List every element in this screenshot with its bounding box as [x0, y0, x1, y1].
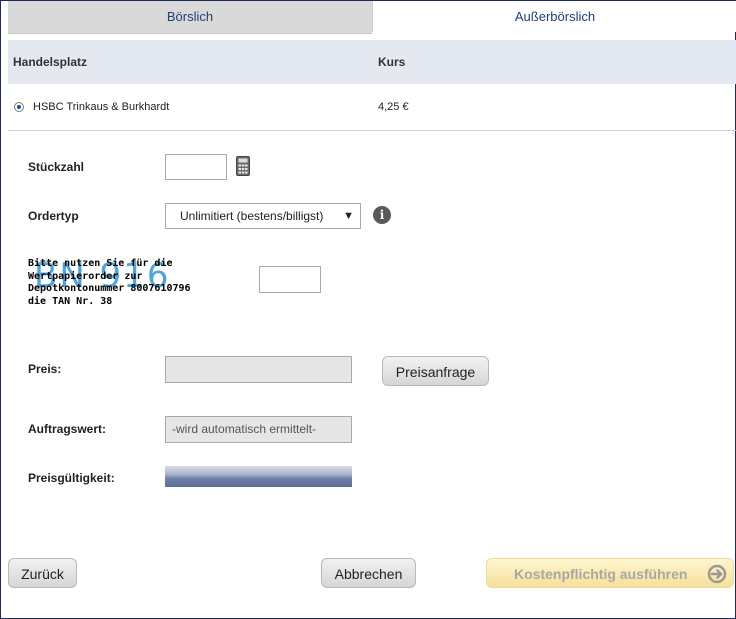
- execute-button[interactable]: Kostenpflichtig ausführen: [486, 558, 734, 588]
- price-field: [165, 356, 352, 383]
- venue-price: 4,25 €: [378, 101, 409, 113]
- table-row[interactable]: HSBC Trinkaus & Burkhardt 4,25 €: [8, 84, 736, 131]
- venue-name: HSBC Trinkaus & Burkhardt: [33, 101, 170, 113]
- calculator-icon[interactable]: [236, 156, 250, 176]
- tan-input[interactable]: [259, 266, 321, 293]
- order-value-label: Auftragswert:: [28, 422, 107, 436]
- header-handelsplatz: Handelsplatz: [13, 55, 88, 69]
- quantity-input[interactable]: [165, 154, 227, 180]
- table-header: Handelsplatz Kurs: [8, 40, 736, 84]
- ordertype-value: Unlimitiert (bestens/billigst): [180, 209, 324, 223]
- header-kurs: Kurs: [378, 55, 406, 69]
- tan-instruction: Bitte nutzen Sie für die Wertpapierorder…: [28, 258, 191, 307]
- validity-progress-bar: [165, 466, 352, 487]
- price-label: Preis:: [28, 362, 62, 376]
- info-icon[interactable]: i: [373, 206, 391, 224]
- tab-ausserboerslich[interactable]: Außerbörslich: [372, 1, 736, 32]
- validity-label: Preisgültigkeit:: [28, 471, 115, 485]
- tab-bar: Börslich Außerbörslich: [8, 1, 736, 34]
- quantity-label: Stückzahl: [28, 160, 85, 174]
- tan-instruction-block: BN 916 Bitte nutzen Sie für die Wertpapi…: [28, 256, 238, 310]
- ordertype-select[interactable]: Unlimitiert (bestens/billigst) ▼: [165, 203, 361, 229]
- execute-button-label: Kostenpflichtig ausführen: [514, 566, 688, 582]
- chevron-down-icon: ▼: [343, 210, 354, 222]
- ordertype-label: Ordertyp: [28, 209, 79, 223]
- arrow-right-circle-icon: [707, 564, 727, 584]
- cancel-button[interactable]: Abbrechen: [321, 558, 416, 588]
- order-value-field: -wird automatisch ermittelt-: [165, 416, 352, 443]
- radio-selected-icon[interactable]: [14, 102, 24, 112]
- tab-boerslich[interactable]: Börslich: [8, 1, 372, 34]
- price-request-button[interactable]: Preisanfrage: [382, 356, 489, 386]
- back-button[interactable]: Zurück: [8, 558, 77, 588]
